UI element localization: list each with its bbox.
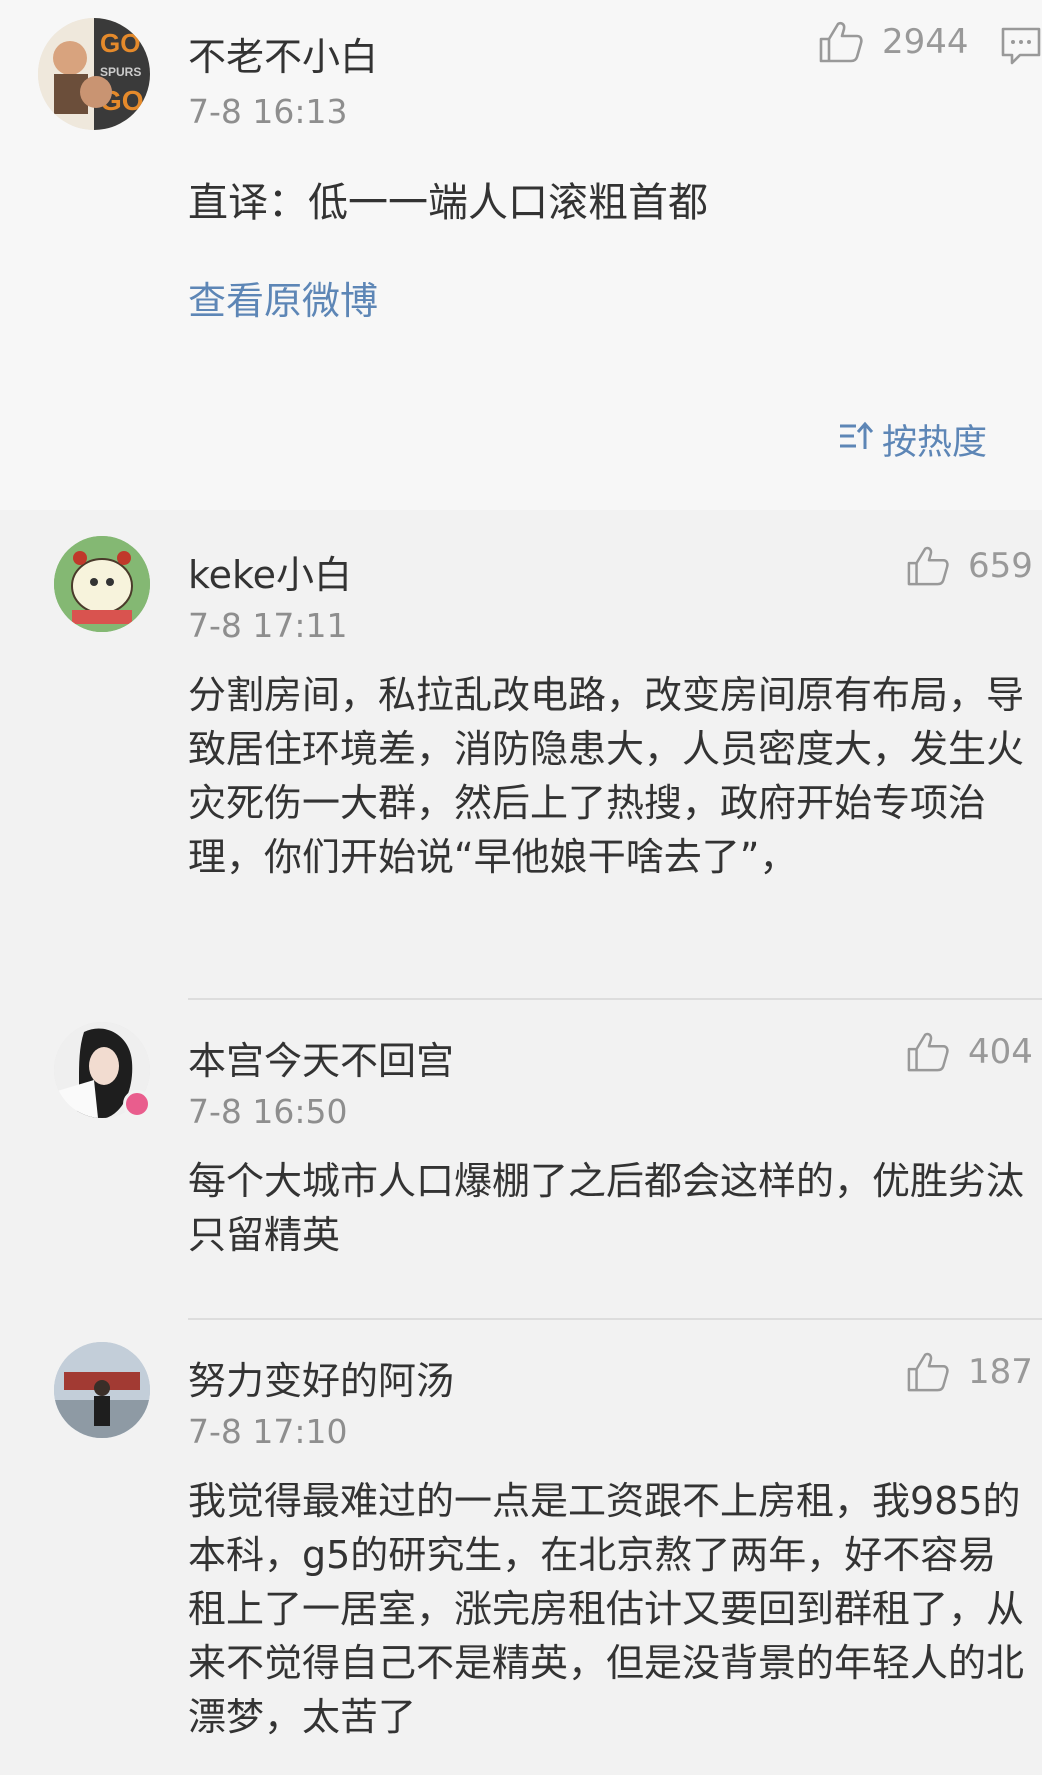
thumbs-up-icon <box>818 20 864 64</box>
post-author-name[interactable]: 不老不小白 <box>188 26 378 81</box>
comment-avatar[interactable] <box>54 536 150 632</box>
post-author-avatar[interactable]: GO SPURS GO <box>38 18 150 130</box>
comment-time: 7-8 17:10 <box>188 1412 348 1451</box>
comment-like-count: 659 <box>968 546 1033 586</box>
thumbs-up-icon <box>906 545 950 587</box>
comment-content: 分割房间，私拉乱改电路，改变房间原有布局，导致居住环境差，消防隐患大，人员密度大… <box>188 673 1025 879</box>
vip-badge-icon <box>123 1090 151 1118</box>
svg-text:GO: GO <box>100 28 140 58</box>
svg-text:SPURS: SPURS <box>100 65 141 79</box>
view-original-link[interactable]: 查看原微博 <box>188 270 378 325</box>
sort-label: 按热度 <box>882 423 988 463</box>
comment-author[interactable]: 本宫今天不回宫 <box>188 1030 454 1085</box>
comment-icon[interactable] <box>1000 26 1042 70</box>
comment-like-button[interactable]: 659 <box>906 545 1033 587</box>
comment-author[interactable]: keke小白 <box>188 544 352 599</box>
sort-icon <box>838 420 874 460</box>
comment-author[interactable]: 努力变好的阿汤 <box>188 1350 454 1405</box>
comment-time: 7-8 16:50 <box>188 1092 348 1131</box>
thumbs-up-icon <box>906 1031 950 1073</box>
comment-like-count: 404 <box>968 1032 1033 1072</box>
post-time: 7-8 16:13 <box>188 92 348 131</box>
comment-content: 我觉得最难过的一点是工资跟不上房租，我985的本科，g5的研究生，在北京熬了两年… <box>188 1479 1025 1739</box>
divider <box>188 998 1042 1000</box>
post-like-count: 2944 <box>882 22 969 62</box>
original-post: GO SPURS GO 不老不小白 7-8 16:13 2944 直译：低一一端… <box>0 0 1042 510</box>
divider <box>188 1318 1042 1320</box>
comment-like-button[interactable]: 404 <box>906 1031 1033 1073</box>
post-like-button[interactable]: 2944 <box>818 20 969 64</box>
post-content: 直译：低一一端人口滚粗首都 <box>188 180 708 226</box>
comment-time: 7-8 17:11 <box>188 606 348 645</box>
comment-like-button[interactable]: 187 <box>906 1351 1033 1393</box>
comment-avatar[interactable] <box>54 1342 150 1438</box>
sort-toggle[interactable]: 按热度 <box>838 414 987 465</box>
comment-like-count: 187 <box>968 1352 1033 1392</box>
thumbs-up-icon <box>906 1351 950 1393</box>
comment-content: 每个大城市人口爆棚了之后都会这样的，优胜劣汰只留精英 <box>188 1159 1025 1257</box>
